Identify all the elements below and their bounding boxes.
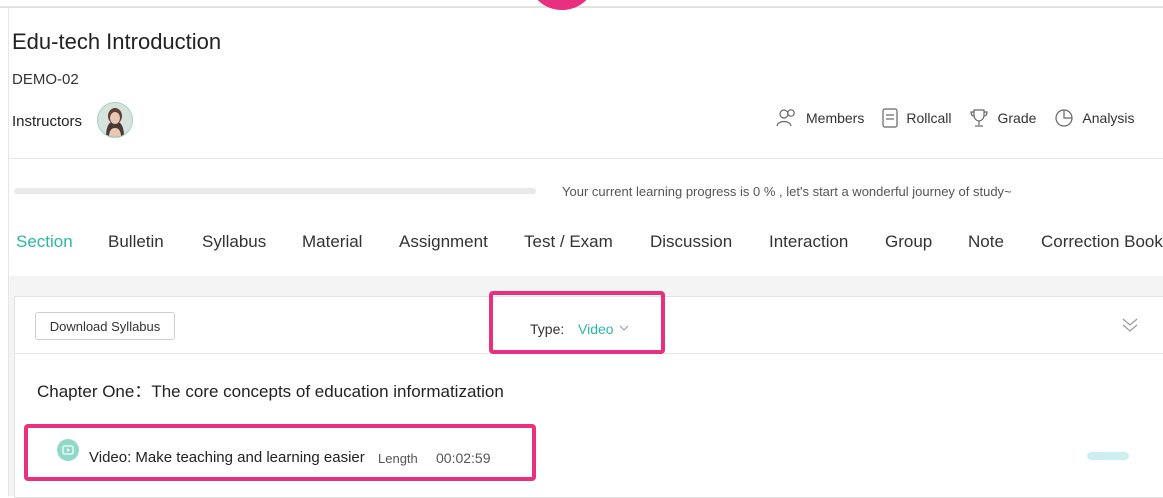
video-length: 00:02:59: [436, 450, 491, 466]
chevron-down-icon[interactable]: [619, 320, 629, 338]
course-actions: Members Rollcall Grade Analysis: [776, 108, 1153, 128]
header-divider: [9, 158, 1163, 159]
members-button[interactable]: Members: [776, 108, 864, 128]
pie-chart-icon: [1055, 109, 1074, 127]
trophy-icon: [970, 109, 989, 127]
rollcall-icon: [882, 108, 898, 128]
rollcall-label: Rollcall: [906, 110, 952, 126]
members-label: Members: [806, 110, 865, 126]
avatar-portrait-icon: [98, 103, 132, 137]
tab-syllabus[interactable]: Syllabus: [202, 232, 266, 252]
instructor-avatar[interactable]: [97, 102, 133, 138]
video-play-icon: [57, 439, 79, 461]
tab-interaction[interactable]: Interaction: [769, 232, 848, 252]
video-item-title[interactable]: Video: Make teaching and learning easier: [89, 449, 365, 466]
video-status-indicator: [1087, 452, 1129, 460]
tab-section[interactable]: Section: [16, 232, 73, 252]
grade-label: Grade: [997, 110, 1037, 126]
members-icon: [776, 109, 795, 127]
course-code: DEMO-02: [12, 71, 79, 88]
progress-bar: [14, 188, 536, 194]
tab-discussion[interactable]: Discussion: [650, 232, 732, 252]
rollcall-button[interactable]: Rollcall: [882, 108, 951, 128]
course-title: Edu-tech Introduction: [12, 29, 222, 54]
grade-button[interactable]: Grade: [969, 108, 1036, 128]
analysis-button[interactable]: Analysis: [1054, 108, 1135, 128]
type-filter-select[interactable]: Video: [578, 321, 614, 337]
chapter-title: Chapter One：The core concepts of educati…: [37, 382, 504, 401]
type-filter-highlight: [489, 291, 665, 354]
tab-correction-book[interactable]: Correction Book: [1041, 232, 1163, 252]
progress-text: Your current learning progress is 0 % , …: [562, 184, 1012, 199]
analysis-label: Analysis: [1082, 110, 1135, 126]
collapse-all-icon[interactable]: [1121, 316, 1139, 339]
tab-assignment[interactable]: Assignment: [399, 232, 488, 252]
course-tabs: Section Bulletin Syllabus Material Assig…: [0, 232, 1163, 274]
type-filter-label: Type:: [530, 321, 565, 337]
instructors-label: Instructors: [12, 113, 83, 130]
tab-bulletin[interactable]: Bulletin: [108, 232, 164, 252]
tab-note[interactable]: Note: [968, 232, 1004, 252]
tab-group[interactable]: Group: [885, 232, 932, 252]
video-length-label: Length: [378, 451, 418, 466]
tab-material[interactable]: Material: [302, 232, 362, 252]
tab-test-exam[interactable]: Test / Exam: [524, 232, 613, 252]
download-syllabus-button[interactable]: Download Syllabus: [35, 312, 175, 340]
